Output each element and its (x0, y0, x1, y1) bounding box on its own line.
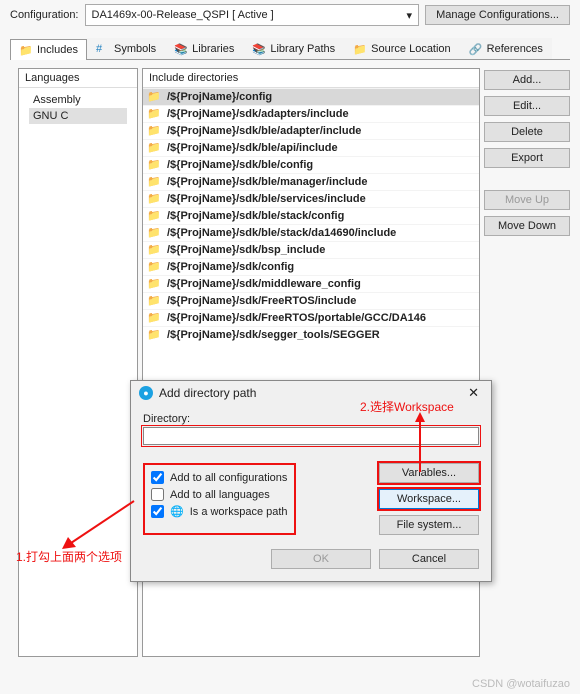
workspace-button[interactable]: Workspace... (379, 489, 479, 509)
config-label: Configuration: (10, 9, 79, 21)
folder-icon: 📁 (147, 311, 163, 325)
side-buttons: Add... Edit... Delete Export Move Up Mov… (484, 68, 570, 657)
source-icon: 📁 (353, 43, 367, 55)
folder-icon: 📁 (147, 192, 163, 206)
chk-workspace-path[interactable]: 🌐 Is a workspace path (151, 503, 288, 520)
arrow-icon-1 (60, 495, 140, 555)
dialog-icon: ● (139, 386, 153, 400)
folder-icon: 📁 (147, 277, 163, 291)
checkbox-group: Add to all configurations Add to all lan… (143, 463, 296, 535)
include-dir-row[interactable]: 📁 /${ProjName}/sdk/FreeRTOS/portable/GCC/… (143, 309, 479, 326)
include-dir-row[interactable]: 📁 /${ProjName}/sdk/segger_tools/SEGGER (143, 326, 479, 343)
include-dir-text: /${ProjName}/sdk/ble/adapter/include (167, 125, 361, 137)
tab-libraries[interactable]: 📚 Libraries (165, 38, 243, 59)
folder-icon: 📁 (147, 175, 163, 189)
export-button[interactable]: Export (484, 148, 570, 168)
include-header: Include directories (143, 69, 479, 88)
include-dir-text: /${ProjName}/sdk/ble/stack/da14690/inclu… (167, 227, 396, 239)
include-dir-text: /${ProjName}/sdk/ble/services/include (167, 193, 366, 205)
book-icon: 📚 (174, 43, 188, 55)
tab-bar: 📁 Includes # Symbols 📚 Libraries 📚 Libra… (10, 38, 570, 60)
folder-icon: 📁 (147, 107, 163, 121)
include-dir-row[interactable]: 📁 /${ProjName}/sdk/ble/adapter/include (143, 122, 479, 139)
include-dir-text: /${ProjName}/sdk/ble/api/include (167, 142, 338, 154)
close-icon[interactable]: ✕ (464, 385, 483, 401)
include-dir-row[interactable]: 📁 /${ProjName}/sdk/ble/api/include (143, 139, 479, 156)
languages-list[interactable]: Assembly GNU C (19, 88, 137, 656)
manage-config-button[interactable]: Manage Configurations... (425, 5, 570, 25)
reference-icon: 🔗 (469, 43, 483, 55)
folder-icon: 📁 (147, 209, 163, 223)
move-down-button[interactable]: Move Down (484, 216, 570, 236)
folder-icon: 📁 (147, 260, 163, 274)
include-dir-row[interactable]: 📁 /${ProjName}/sdk/middleware_config (143, 275, 479, 292)
include-dir-text: /${ProjName}/sdk/ble/stack/config (167, 210, 344, 222)
book-path-icon: 📚 (252, 43, 266, 55)
annotation-2: 2.选择Workspace (360, 398, 454, 415)
include-dir-text: /${ProjName}/config (167, 91, 272, 103)
chevron-down-icon: ▾ (407, 9, 413, 22)
edit-button[interactable]: Edit... (484, 96, 570, 116)
include-dir-row[interactable]: 📁 /${ProjName}/sdk/ble/services/include (143, 190, 479, 207)
include-dir-text: /${ProjName}/sdk/bsp_include (167, 244, 325, 256)
chk-all-config[interactable]: Add to all configurations (151, 469, 288, 486)
folder-icon: 📁 (147, 124, 163, 138)
tab-library-paths[interactable]: 📚 Library Paths (243, 38, 344, 59)
folder-icon: 📁 (147, 328, 163, 342)
include-dir-text: /${ProjName}/sdk/ble/manager/include (167, 176, 368, 188)
config-value: DA1469x-00-Release_QSPI [ Active ] (92, 9, 274, 21)
annotation-1: 1.打勾上面两个选项 (16, 548, 122, 565)
delete-button[interactable]: Delete (484, 122, 570, 142)
filesystem-button[interactable]: File system... (379, 515, 479, 535)
folder-icon: 📁 (147, 158, 163, 172)
include-dir-row[interactable]: 📁 /${ProjName}/sdk/ble/config (143, 156, 479, 173)
include-dir-row[interactable]: 📁 /${ProjName}/sdk/config (143, 258, 479, 275)
tab-includes[interactable]: 📁 Includes (10, 39, 87, 60)
folder-icon: 📁 (147, 141, 163, 155)
add-button[interactable]: Add... (484, 70, 570, 90)
include-dir-text: /${ProjName}/sdk/ble/config (167, 159, 313, 171)
arrow-icon-2 (410, 412, 430, 476)
include-dir-row[interactable]: 📁 /${ProjName}/sdk/FreeRTOS/include (143, 292, 479, 309)
workspace-path-icon: 🌐 (170, 505, 184, 518)
include-dir-row[interactable]: 📁 /${ProjName}/sdk/adapters/include (143, 105, 479, 122)
lang-item-gnuc[interactable]: GNU C (29, 108, 127, 124)
cancel-button[interactable]: Cancel (379, 549, 479, 569)
include-dir-text: /${ProjName}/sdk/FreeRTOS/include (167, 295, 356, 307)
include-dir-row[interactable]: 📁 /${ProjName}/config (143, 88, 479, 105)
folder-icon: 📁 (147, 226, 163, 240)
folder-icon: 📁 (147, 90, 163, 104)
languages-header: Languages (19, 69, 137, 88)
include-dir-row[interactable]: 📁 /${ProjName}/sdk/ble/stack/da14690/incl… (143, 224, 479, 241)
hash-icon: # (96, 43, 110, 55)
tab-source-location[interactable]: 📁 Source Location (344, 38, 460, 59)
ok-button[interactable]: OK (271, 549, 371, 569)
include-dir-text: /${ProjName}/sdk/config (167, 261, 294, 273)
languages-panel: Languages Assembly GNU C (18, 68, 138, 657)
include-dir-row[interactable]: 📁 /${ProjName}/sdk/ble/stack/config (143, 207, 479, 224)
watermark: CSDN @wotaifuzao (472, 678, 570, 690)
tab-references[interactable]: 🔗 References (460, 38, 552, 59)
folder-icon: 📁 (19, 44, 33, 56)
lang-item-assembly[interactable]: Assembly (29, 92, 127, 108)
tab-symbols[interactable]: # Symbols (87, 38, 165, 59)
include-dir-text: /${ProjName}/sdk/segger_tools/SEGGER (167, 329, 380, 341)
dialog-title-text: Add directory path (159, 386, 256, 400)
chk-all-lang[interactable]: Add to all languages (151, 486, 288, 503)
folder-icon: 📁 (147, 243, 163, 257)
include-dir-row[interactable]: 📁 /${ProjName}/sdk/ble/manager/include (143, 173, 479, 190)
config-dropdown[interactable]: DA1469x-00-Release_QSPI [ Active ] ▾ (85, 4, 420, 26)
include-dir-text: /${ProjName}/sdk/middleware_config (167, 278, 361, 290)
include-dir-text: /${ProjName}/sdk/adapters/include (167, 108, 349, 120)
folder-icon: 📁 (147, 294, 163, 308)
include-dir-text: /${ProjName}/sdk/FreeRTOS/portable/GCC/D… (167, 312, 426, 324)
include-dir-row[interactable]: 📁 /${ProjName}/sdk/bsp_include (143, 241, 479, 258)
move-up-button[interactable]: Move Up (484, 190, 570, 210)
